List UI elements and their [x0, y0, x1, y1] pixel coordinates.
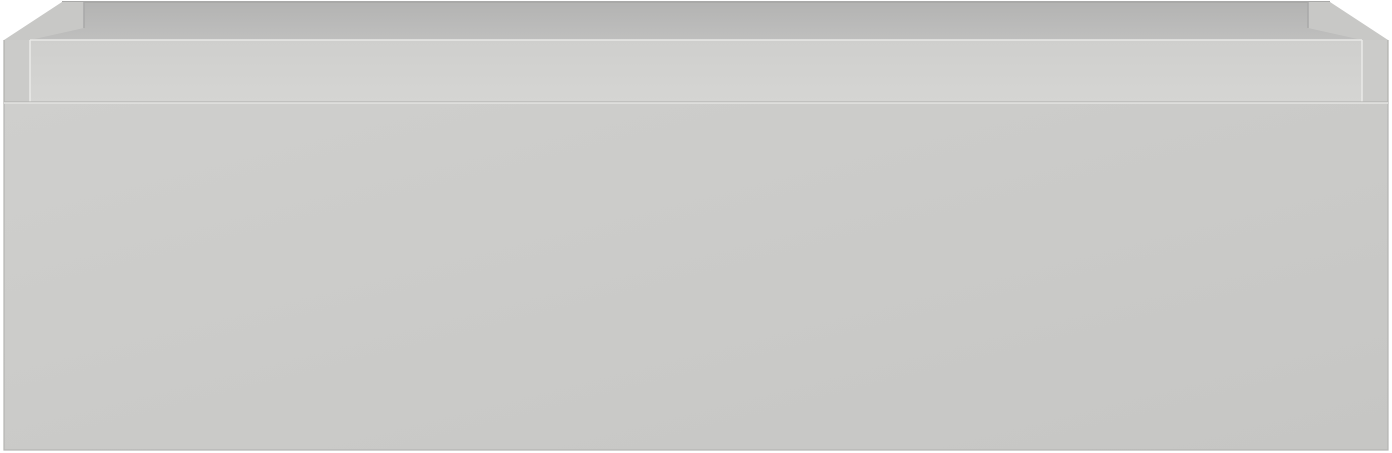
drawer-box-rim: [30, 40, 1362, 102]
cabinet-left-post: [4, 40, 30, 102]
cabinet-right-post: [1362, 40, 1388, 102]
drawer-front-panel[interactable]: [3, 101, 1389, 451]
drawer-cabinet-scene: [0, 0, 1392, 453]
drawer-inner-back-wall: [30, 2, 1362, 40]
drawer-cabinet-illustration: [3, 1, 1389, 451]
